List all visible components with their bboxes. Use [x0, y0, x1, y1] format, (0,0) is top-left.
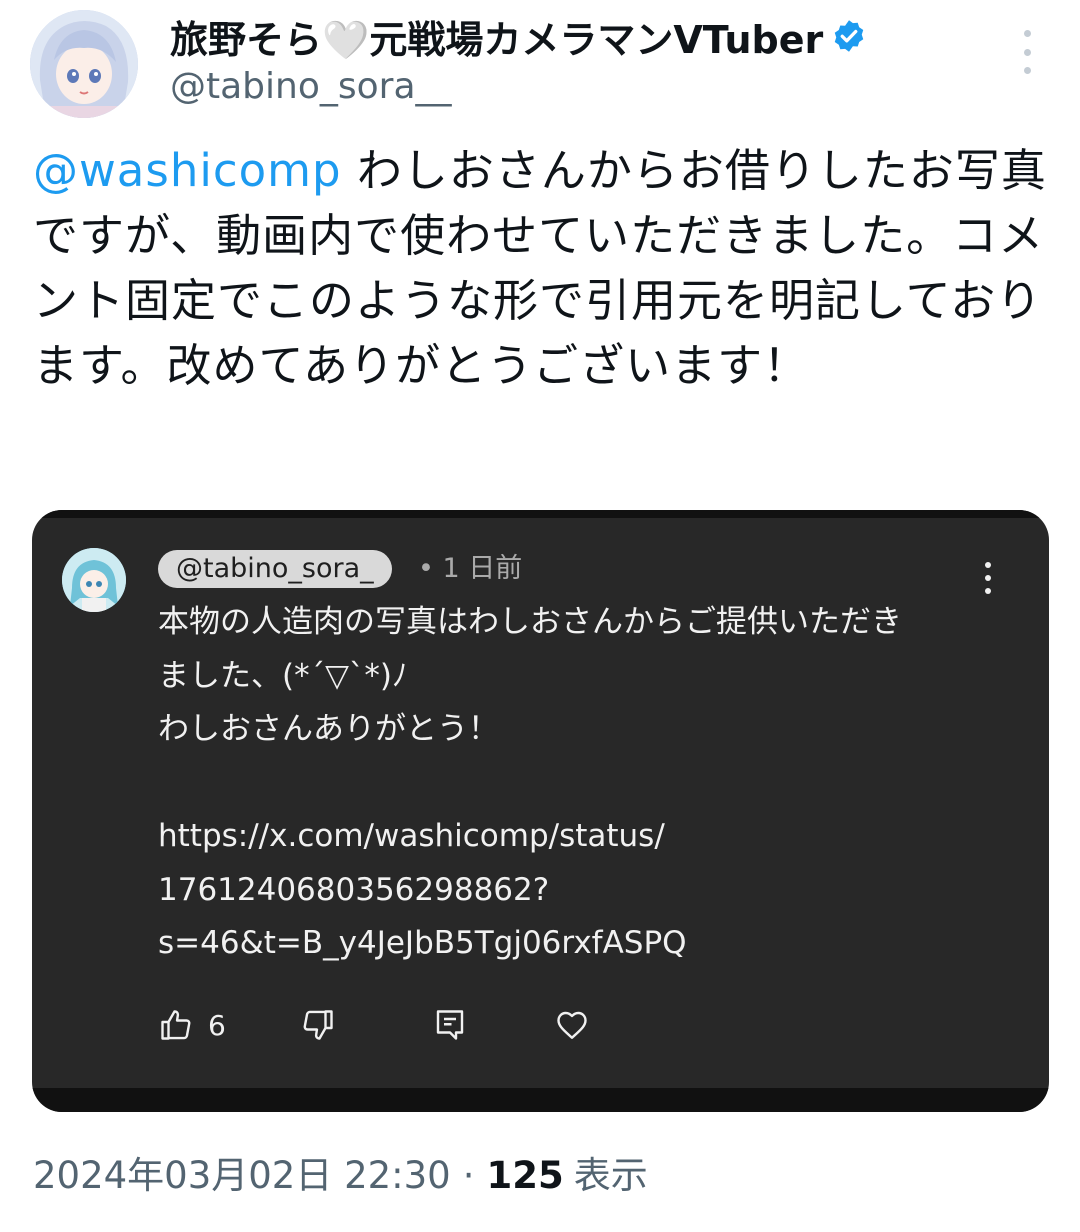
- comment-link-line[interactable]: https://x.com/washicomp/status/: [158, 810, 988, 864]
- comment-author-handle[interactable]: @tabino_sora_: [158, 550, 392, 588]
- dislike-button[interactable]: [300, 1007, 336, 1043]
- mention-link[interactable]: @washicomp: [33, 144, 342, 197]
- verified-badge-icon: [831, 18, 867, 54]
- thumbs-down-icon: [303, 1010, 333, 1040]
- tweet-meta: 2024年03月02日 22:30 · 125 表示: [33, 1150, 648, 1202]
- comment-line: [158, 757, 988, 811]
- heart-icon: [557, 1011, 587, 1039]
- comment-line: わしおさんありがとう！: [158, 711, 499, 747]
- comment-line: ました、(*´▽`*)ﾉ: [158, 657, 408, 694]
- comment-menu-icon[interactable]: [982, 562, 994, 594]
- comment-line: 本物の人造肉の写真はわしおさんからご提供いただき: [158, 604, 902, 640]
- author-name-row: 旅野そら🤍元戦場カメラマンVTuber: [170, 10, 867, 62]
- comment-text: 本物の人造肉の写真はわしおさんからご提供いただき ました、(*´▽`*)ﾉ わし…: [158, 596, 988, 971]
- comment-time: • 1 日前: [418, 553, 523, 584]
- comment-link-line[interactable]: 1761240680356298862?: [158, 864, 988, 918]
- tweet-detail: 旅野そら🤍元戦場カメラマンVTuber @tabino_sora__ @wash…: [0, 0, 1080, 1232]
- like-count: 6: [208, 1008, 226, 1042]
- reply-button[interactable]: [432, 1007, 468, 1043]
- reply-icon: [436, 1010, 464, 1040]
- tweet-text: @washicomp わしおさんからお借りしたお写真ですが、動画内で使わせていた…: [33, 138, 1048, 398]
- chibi-avatar-image: [62, 548, 126, 612]
- meta-separator: ·: [462, 1154, 475, 1197]
- thumbs-up-icon: [161, 1010, 191, 1040]
- heart-button[interactable]: [554, 1007, 590, 1043]
- views-count: 125: [486, 1154, 564, 1197]
- like-button[interactable]: 6: [158, 1007, 226, 1043]
- author-display-name[interactable]: 旅野そら🤍元戦場カメラマンVTuber: [170, 9, 823, 64]
- views-label: 表示: [573, 1154, 648, 1197]
- tweet-timestamp[interactable]: 2024年03月02日 22:30: [33, 1150, 451, 1202]
- author-avatar[interactable]: [30, 10, 138, 118]
- comment-actions: 6: [158, 1002, 590, 1048]
- author-handle[interactable]: @tabino_sora__: [170, 66, 452, 107]
- more-options-icon[interactable]: [1012, 30, 1042, 74]
- embedded-comment-image[interactable]: @tabino_sora_ • 1 日前 本物の人造肉の写真はわしおさんからご提…: [32, 510, 1049, 1112]
- comment-avatar: [62, 548, 126, 612]
- anime-avatar-image: [30, 10, 138, 118]
- comment-link-line[interactable]: s=46&t=B_y4JeJbB5Tgj06rxfASPQ: [158, 917, 988, 971]
